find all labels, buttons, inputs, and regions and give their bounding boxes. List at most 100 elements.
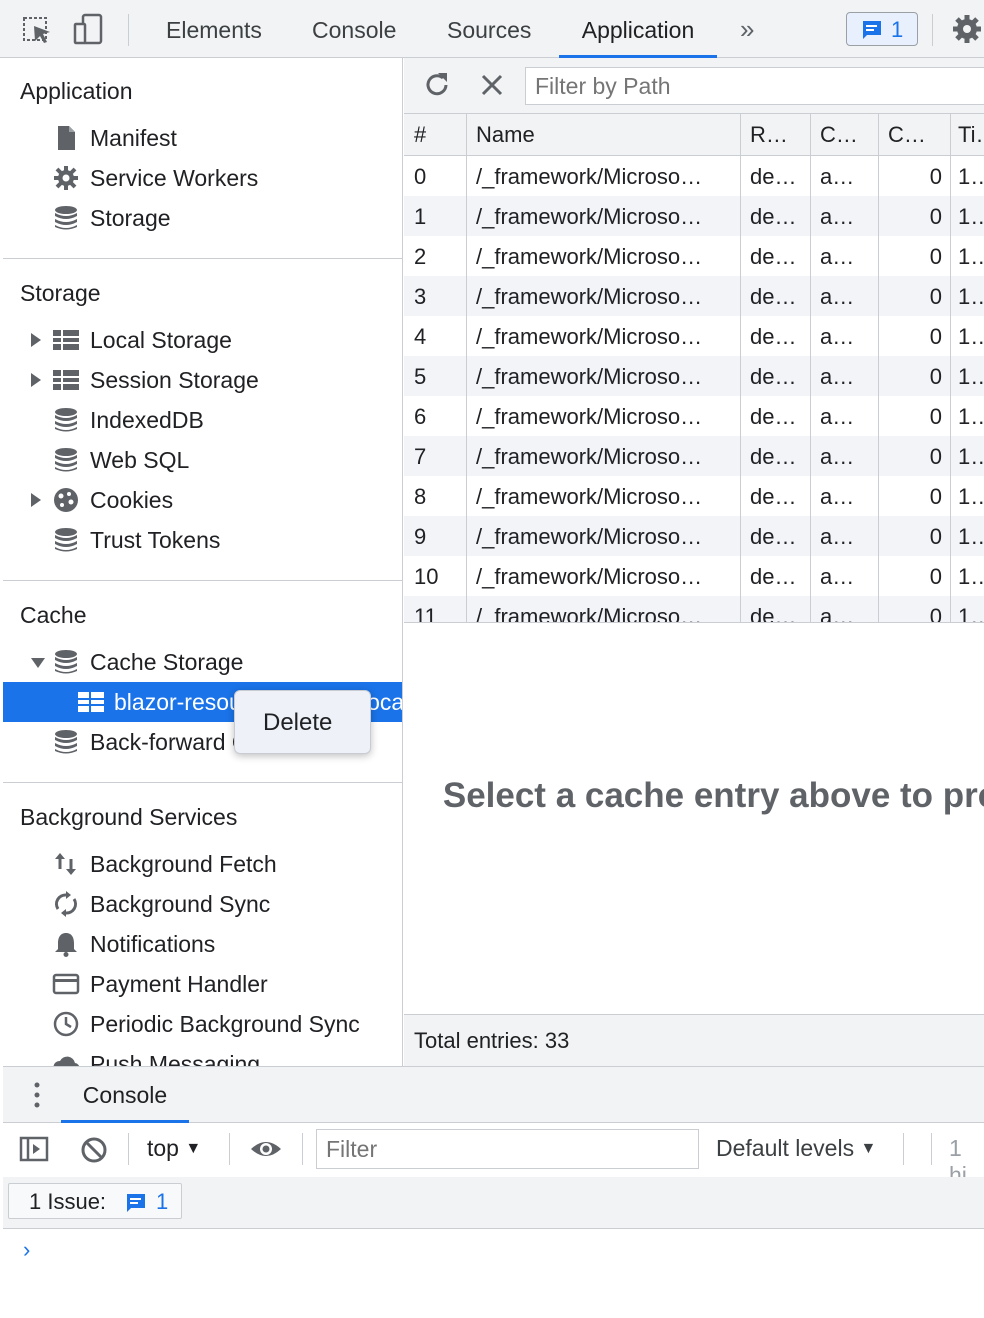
cookie-icon [52,487,80,513]
sidebar-item-local-storage[interactable]: Local Storage [3,320,402,360]
table-row[interactable]: 5 /_framework/Microso… de… a… 0 1… [404,356,984,396]
inspect-element-icon[interactable] [20,12,54,46]
console-prompt-chevron-icon[interactable]: › [23,1237,30,1263]
drawer-tab-console[interactable]: Console [61,1067,189,1123]
expand-arrow-icon[interactable] [31,493,41,507]
drawer-tab-bar: Console [3,1067,984,1123]
sidebar-item-label: Background Sync [90,891,271,917]
sidebar-item-push-messaging[interactable]: Push Messaging [3,1044,402,1066]
refresh-icon[interactable] [422,70,452,105]
section-title-background-services: Background Services [20,804,238,830]
database-icon [52,729,80,755]
cell-index: 10 [414,564,439,589]
database-icon [52,407,80,433]
sidebar-item-storage[interactable]: Storage [3,198,402,238]
column-header-name[interactable]: Name [476,122,535,148]
sidebar-item-label: Web SQL [90,447,190,473]
collapse-arrow-icon[interactable] [31,658,45,668]
console-filter-input[interactable] [316,1129,699,1169]
total-entries: Total entries: 33 [414,1028,570,1053]
cell-name: /_framework/Microso… [476,524,703,549]
table-row[interactable]: 2 /_framework/Microso… de… a… 0 1… [404,236,984,276]
expand-arrow-icon[interactable] [31,373,41,387]
sidebar-item-background-sync[interactable]: Background Sync [3,884,402,924]
issues-count: 1 [156,1189,169,1214]
credit-card-icon [52,971,80,997]
table-row[interactable]: 8 /_framework/Microso… de… a… 0 1… [404,476,984,516]
sidebar-item-label: Session Storage [90,367,259,393]
column-header-index[interactable]: # [414,122,426,148]
tab-sources[interactable]: Sources [441,0,537,58]
table-row[interactable]: 4 /_framework/Microso… de… a… 0 1… [404,316,984,356]
sidebar-item-manifest[interactable]: Manifest [3,118,402,158]
sidebar-item-service-workers[interactable]: Service Workers [3,158,402,198]
cache-toolbar [404,58,984,114]
sidebar-item-notifications[interactable]: Notifications [3,924,402,964]
sidebar-item-periodic-background-sync[interactable]: Periodic Background Sync [3,1004,402,1044]
cell-time-cached: 1… [958,164,984,189]
cache-entries-table: # Name R… C… C… Ti… 0 /_framework/Microso… [404,114,984,664]
cell-time-cached: 1… [958,244,984,269]
cell-response-type: de… [750,364,797,389]
sidebar-item-trust-tokens[interactable]: Trust Tokens [3,520,402,560]
sidebar-item-payment-handler[interactable]: Payment Handler [3,964,402,1004]
eye-icon[interactable] [249,1135,283,1168]
kebab-menu-icon[interactable] [31,1081,43,1116]
cell-response-type: de… [750,284,797,309]
sidebar-item-indexeddb[interactable]: IndexedDB [3,400,402,440]
log-levels-dropdown[interactable]: Default levels ▼ [716,1135,876,1162]
column-header-content-type[interactable]: C… [820,122,858,148]
more-tabs-icon[interactable]: » [740,14,755,45]
sidebar-item-web-sql[interactable]: Web SQL [3,440,402,480]
table-row[interactable]: 10 /_framework/Microso… de… a… 0 1… [404,556,984,596]
sidebar-toggle-icon[interactable] [19,1135,49,1168]
up-down-arrows-icon [52,851,80,877]
sidebar-item-cookies[interactable]: Cookies [3,480,402,520]
cell-name: /_framework/Microso… [476,364,703,389]
cell-content-length: 0 [929,364,942,389]
cell-time-cached: 1… [958,364,984,389]
cell-content-type: a… [820,364,855,389]
sidebar-item-label: Payment Handler [90,971,268,997]
tab-console[interactable]: Console [306,0,402,58]
log-levels-value: Default levels [716,1135,855,1161]
section-divider [3,782,402,783]
close-icon[interactable] [478,71,506,104]
expand-arrow-icon[interactable] [31,333,41,347]
table-row[interactable]: 6 /_framework/Microso… de… a… 0 1… [404,396,984,436]
cell-response-type: de… [750,324,797,349]
table-row[interactable]: 1 /_framework/Microso… de… a… 0 1… [404,196,984,236]
table-row[interactable]: 3 /_framework/Microso… de… a… 0 1… [404,276,984,316]
issues-button[interactable]: 1 Issue: 1 [8,1183,182,1219]
sidebar-item-label: Trust Tokens [90,527,221,553]
toolbar-separator [302,1133,303,1165]
clear-console-icon[interactable] [79,1135,109,1170]
sidebar-item-label: Periodic Background Sync [90,1011,360,1037]
message-icon [863,21,881,39]
column-header-content-length[interactable]: C… [888,122,926,148]
cell-response-type: de… [750,444,797,469]
sidebar-item-background-fetch[interactable]: Background Fetch [3,844,402,884]
sidebar-item-session-storage[interactable]: Session Storage [3,360,402,400]
cell-index: 9 [414,524,427,549]
sidebar-item-cache-storage[interactable]: Cache Storage [3,642,402,682]
tab-elements[interactable]: Elements [160,0,268,58]
sidebar-item-label: Cache Storage [90,649,244,675]
column-header-time-cached[interactable]: Ti… [958,122,984,148]
cell-content-length: 0 [929,204,942,229]
gear-icon[interactable] [950,12,984,46]
column-header-response-type[interactable]: R… [750,122,788,148]
context-menu-delete[interactable]: Delete [263,709,332,737]
context-selector[interactable]: top ▼ [147,1135,201,1162]
table-row[interactable]: 7 /_framework/Microso… de… a… 0 1… [404,436,984,476]
table-row[interactable]: 0 /_framework/Microso… de… a… 0 1… [404,156,984,196]
cell-name: /_framework/Microso… [476,444,703,469]
table-row[interactable]: 9 /_framework/Microso… de… a… 0 1… [404,516,984,556]
cell-content-length: 0 [929,404,942,429]
issues-badge[interactable]: 1 [846,12,918,46]
filter-by-path-input[interactable] [525,67,984,105]
cell-content-length: 0 [929,324,942,349]
tab-application[interactable]: Application [559,0,717,58]
device-toolbar-icon[interactable] [72,12,106,46]
message-icon [127,1194,145,1212]
